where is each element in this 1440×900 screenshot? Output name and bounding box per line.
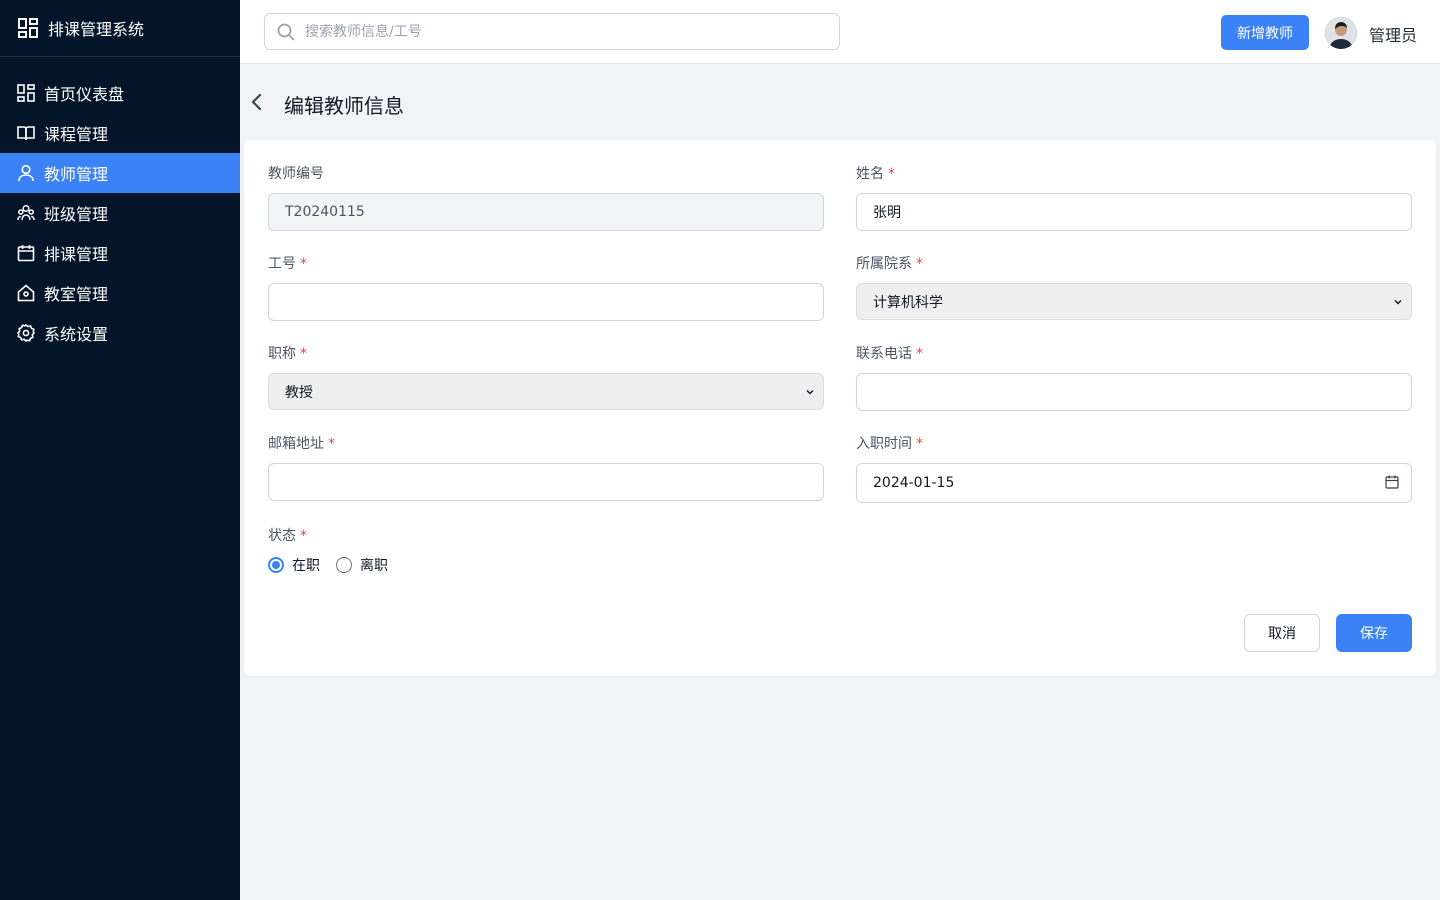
phone-label: 联系电话 *: [856, 346, 923, 362]
teacher-id-label: 教师编号: [268, 166, 324, 182]
title-select[interactable]: 教授: [268, 373, 824, 410]
status-option-active[interactable]: 在职: [268, 555, 320, 575]
search-box[interactable]: [264, 13, 840, 50]
grid-logo-icon: [18, 18, 38, 38]
required-mark: *: [888, 166, 895, 182]
department-select[interactable]: 计算机科学: [856, 283, 1412, 320]
sidebar-item-label: 首页仪表盘: [44, 85, 125, 104]
sidebar-item-schedule[interactable]: 排课管理: [0, 233, 240, 273]
required-mark: *: [916, 436, 923, 452]
add-teacher-button[interactable]: 新增教师: [1221, 15, 1309, 50]
top-header: 新增教师 管理员: [240, 0, 1440, 64]
app-title: 排课管理系统: [48, 20, 145, 39]
field-status: 状态 * 在职 离职: [268, 526, 824, 575]
radio-active[interactable]: [268, 557, 284, 573]
save-button[interactable]: 保存: [1336, 614, 1412, 652]
hire-date-input[interactable]: 2024-01-15: [856, 463, 1412, 503]
department-label: 所属院系 *: [856, 256, 923, 272]
title-value: 教授: [285, 384, 313, 401]
sidebar-item-label: 课程管理: [44, 125, 109, 144]
search-input[interactable]: [305, 23, 805, 40]
title-label: 职称 *: [268, 346, 307, 362]
hire-date-value: 2024-01-15: [873, 475, 955, 491]
field-employee-no: 工号 *: [268, 254, 824, 321]
name-input[interactable]: 张明: [856, 193, 1412, 231]
employee-no-label: 工号 *: [268, 256, 307, 272]
sidebar-item-courses[interactable]: 课程管理: [0, 113, 240, 153]
field-hire-date: 入职时间 * 2024-01-15: [856, 434, 1412, 503]
department-value: 计算机科学: [873, 294, 943, 311]
sidebar-nav: 首页仪表盘 课程管理 教师管理 班级管理 排课管理 教室管理 系统设置: [0, 73, 240, 353]
chevron-down-icon: [1394, 300, 1402, 305]
employee-no-input[interactable]: [268, 283, 824, 321]
teacher-id-input: T20240115: [268, 193, 824, 231]
page-heading: 编辑教师信息: [240, 64, 1440, 140]
sidebar-item-label: 班级管理: [44, 205, 109, 224]
calendar-icon: [17, 244, 35, 262]
required-mark: *: [916, 256, 923, 272]
required-mark: *: [300, 346, 307, 362]
sidebar-item-settings[interactable]: 系统设置: [0, 313, 240, 353]
field-department: 所属院系 * 计算机科学: [856, 254, 1412, 320]
gear-icon: [17, 324, 35, 342]
sidebar-item-label: 排课管理: [44, 245, 109, 264]
page-title: 编辑教师信息: [284, 94, 404, 118]
brand: 排课管理系统: [0, 0, 240, 57]
field-title: 职称 * 教授: [268, 344, 824, 410]
sidebar-item-label: 系统设置: [44, 325, 109, 344]
required-mark: *: [328, 436, 335, 452]
required-mark: *: [300, 528, 307, 544]
sidebar-item-label: 教室管理: [44, 285, 109, 304]
search-icon: [277, 23, 295, 41]
hire-date-label: 入职时间 *: [856, 436, 923, 452]
email-input[interactable]: [268, 463, 824, 501]
radio-resigned[interactable]: [336, 557, 352, 573]
sidebar-item-classes[interactable]: 班级管理: [0, 193, 240, 233]
radio-label: 在职: [292, 558, 320, 574]
calendar-icon[interactable]: [1385, 475, 1399, 489]
dashboard-icon: [17, 84, 35, 102]
chevron-left-icon[interactable]: [248, 92, 266, 112]
user-icon: [17, 164, 35, 182]
sidebar-item-label: 教师管理: [44, 165, 109, 184]
field-phone: 联系电话 *: [856, 344, 1412, 411]
sidebar-item-dashboard[interactable]: 首页仪表盘: [0, 73, 240, 113]
teacher-form: 教师编号 T20240115 姓名 * 张明 工号 * 所属院系 * 计算机科学 职称…: [244, 140, 1436, 676]
sidebar-item-classrooms[interactable]: 教室管理: [0, 273, 240, 313]
avatar-image: [1325, 17, 1357, 49]
field-name: 姓名 * 张明: [856, 164, 1412, 231]
name-label: 姓名 *: [856, 166, 895, 182]
phone-input[interactable]: [856, 373, 1412, 411]
chevron-down-icon: [806, 390, 814, 395]
email-label: 邮箱地址 *: [268, 436, 335, 452]
required-mark: *: [300, 256, 307, 272]
sidebar: 排课管理系统 首页仪表盘 课程管理 教师管理 班级管理 排课管理 教室管理 系统…: [0, 0, 240, 900]
status-option-resigned[interactable]: 离职: [336, 555, 388, 575]
required-mark: *: [916, 346, 923, 362]
sidebar-item-teachers[interactable]: 教师管理: [0, 153, 240, 193]
radio-label: 离职: [360, 558, 388, 574]
book-icon: [17, 124, 35, 142]
status-radio-group: 在职 离职: [268, 555, 824, 575]
status-label: 状态 *: [268, 528, 307, 544]
user-name[interactable]: 管理员: [1369, 22, 1417, 46]
avatar[interactable]: [1325, 17, 1357, 49]
users-icon: [17, 204, 35, 222]
cancel-button[interactable]: 取消: [1244, 614, 1320, 652]
field-email: 邮箱地址 *: [268, 434, 824, 501]
home-icon: [17, 284, 35, 302]
field-teacher-id: 教师编号 T20240115: [268, 164, 824, 231]
